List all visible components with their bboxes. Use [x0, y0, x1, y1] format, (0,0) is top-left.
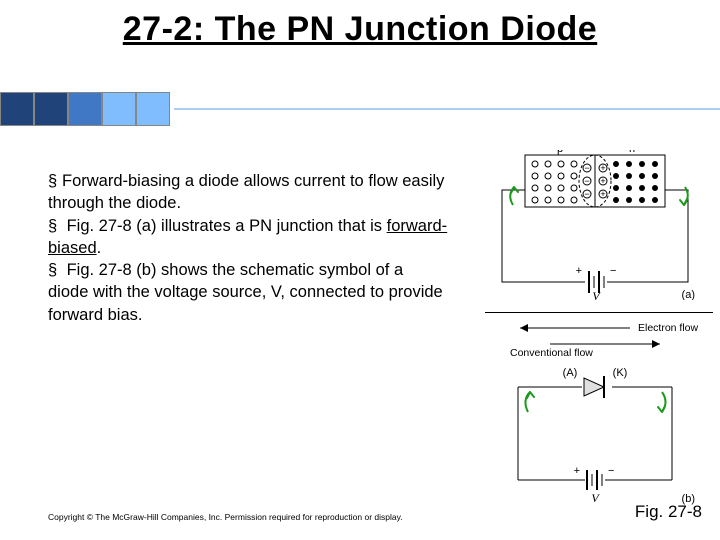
cathode-label: (K) — [613, 367, 628, 379]
decor-square-icon — [102, 92, 136, 126]
decor-square-icon — [68, 92, 102, 126]
conventional-flow-label: Conventional flow — [510, 347, 593, 358]
body-text-block: §Forward-biasing a diode allows current … — [48, 170, 448, 326]
svg-text:+: + — [600, 176, 605, 186]
svg-text:+: + — [574, 465, 580, 477]
figure-b: (A) (K) + − V (b) — [490, 362, 700, 507]
decor-square-icon — [34, 92, 68, 126]
bullet-line: § Fig. 27-8 (b) shows the schematic symb… — [48, 259, 448, 326]
anode-label: (A) — [563, 367, 578, 379]
p-label: p — [557, 150, 563, 155]
bullet-icon: § — [48, 215, 62, 237]
sublabel-a: (a) — [682, 289, 695, 300]
svg-text:−: − — [584, 189, 589, 199]
copyright-text: Copyright © The McGraw-Hill Companies, I… — [48, 512, 403, 522]
voltage-label-b: V — [591, 491, 600, 505]
pn-junction-svg: − − − + + + p n + − V — [490, 150, 700, 300]
bullet-icon: § — [48, 259, 62, 281]
flow-legend: Electron flow Conventional flow — [490, 318, 700, 358]
svg-text:+: + — [600, 189, 605, 199]
bullet-text: Fig. 27-8 (a) illustrates a PN junction … — [62, 217, 387, 235]
svg-text:+: + — [600, 163, 605, 173]
bullet-text: Forward-biasing a diode allows current t… — [48, 172, 444, 212]
bullet-text: . — [97, 239, 102, 257]
decor-rule — [174, 108, 720, 110]
decor-square-icon — [0, 92, 34, 126]
decor-square-icon — [136, 92, 170, 126]
figure-a: − − − + + + p n + − V — [490, 150, 700, 300]
svg-text:−: − — [608, 465, 614, 477]
bullet-icon: § — [48, 170, 62, 192]
svg-text:+: + — [576, 265, 582, 277]
bullet-line: § Fig. 27-8 (a) illustrates a PN junctio… — [48, 215, 448, 260]
svg-text:−: − — [584, 176, 589, 186]
electron-flow-label: Electron flow — [638, 322, 699, 334]
figure-caption: Fig. 27-8 — [635, 502, 702, 522]
slide: 27-2: The PN Junction Diode §Forward-bia… — [0, 0, 720, 540]
svg-text:−: − — [584, 163, 589, 173]
bullet-line: §Forward-biasing a diode allows current … — [48, 170, 448, 215]
bullet-text: Fig. 27-8 (b) shows the schematic symbol… — [48, 261, 443, 324]
title-zone: 27-2: The PN Junction Diode — [0, 10, 720, 49]
slide-title: 27-2: The PN Junction Diode — [0, 10, 720, 49]
n-label: n — [629, 150, 635, 155]
figure-separator — [485, 312, 713, 313]
decor-bar — [0, 90, 720, 128]
svg-text:−: − — [610, 265, 616, 277]
